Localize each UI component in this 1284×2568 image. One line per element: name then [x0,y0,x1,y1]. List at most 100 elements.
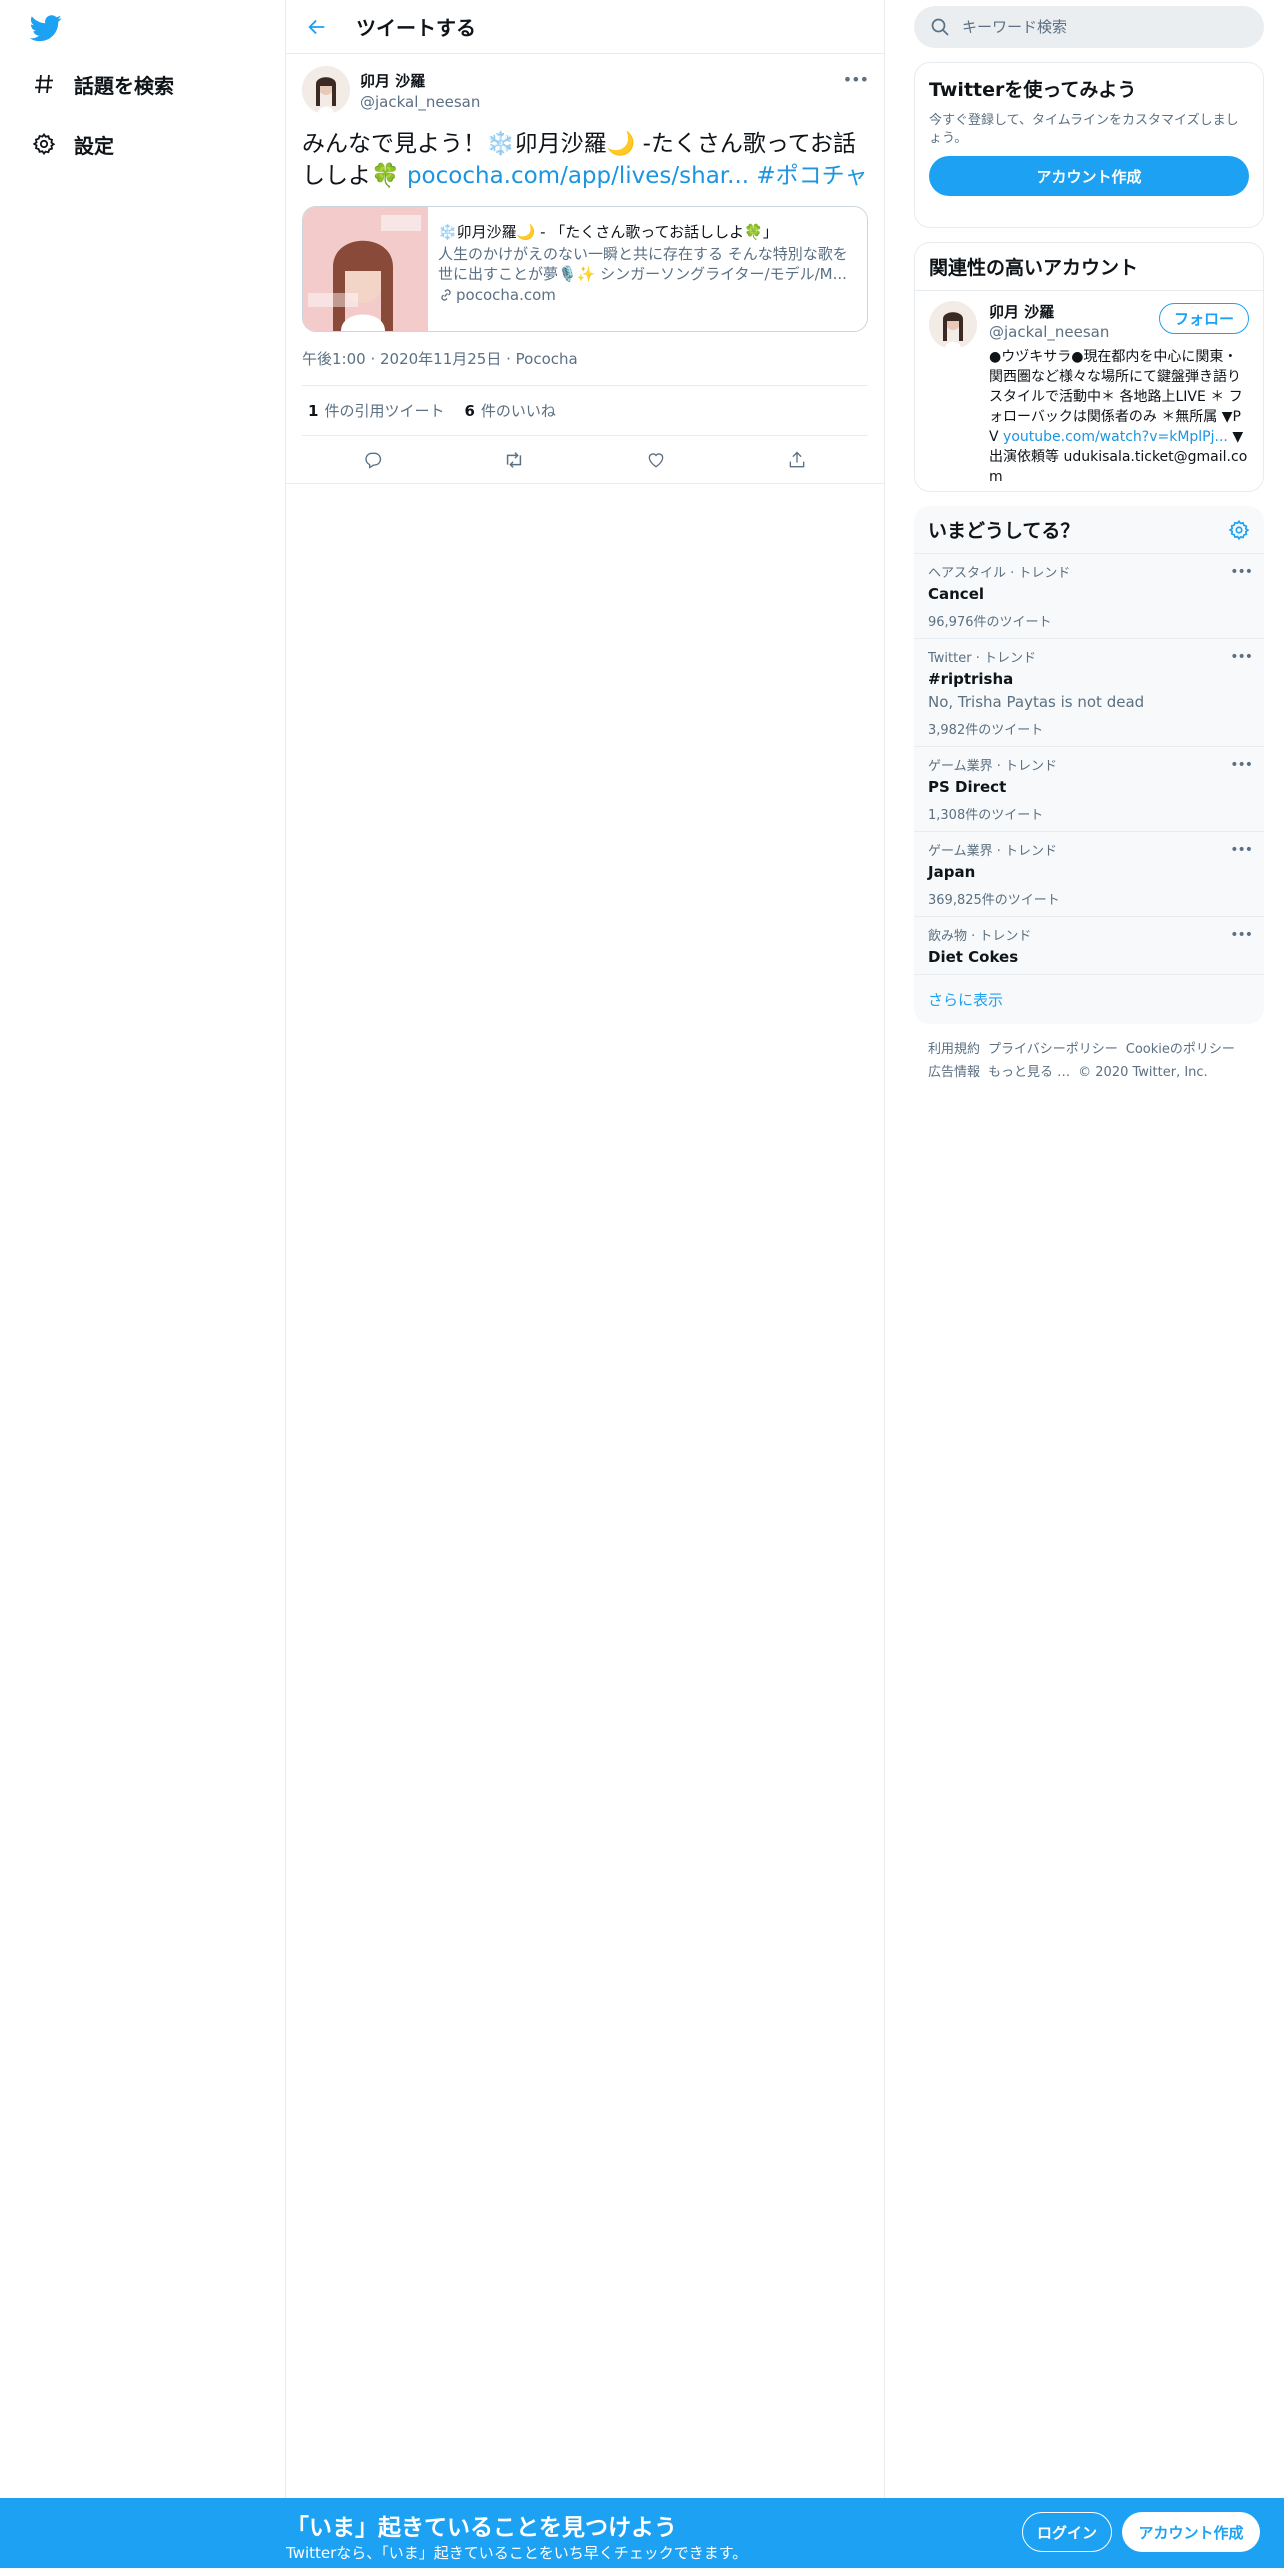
trend-item[interactable]: ゲーム業界 · トレンド PS Direct 1,308件のツイート ••• [914,747,1264,832]
trend-description: No, Trisha Paytas is not dead [928,693,1145,711]
reply-icon[interactable] [354,441,392,479]
tweet-source: Pococha [515,350,578,368]
trends-header: いまどうしてる？ [914,506,1264,554]
nav-explore-label: 話題を検索 [74,73,174,98]
quote-label: 件の引用ツイート [324,402,445,420]
trends-title: いまどうしてる？ [928,520,1080,542]
twitter-bird-icon[interactable] [29,12,62,44]
trend-name: Japan [928,863,976,881]
trend-category: 飲み物 · トレンド [928,929,1032,944]
more-options-icon[interactable]: ••• [843,70,869,89]
quote-count: 1 [308,402,319,420]
tweet-stats: 1 件の引用ツイート 6 件のいいね [302,386,868,436]
related-accounts-panel: 関連性の高いアカウント 卯月 沙羅 @jackal_neesan ●ウヅキサラ●… [914,242,1264,492]
related-user[interactable]: 卯月 沙羅 @jackal_neesan ●ウヅキサラ●現在都内を中心に関東・関… [915,291,1263,491]
tweet-meta: 午後1:00 · 2020年11月25日 · Pococha [302,348,868,386]
tweet-date[interactable]: 2020年11月25日 [380,350,501,368]
more-options-icon[interactable]: ••• [1230,757,1253,773]
page-header: ツイートする [286,0,884,54]
tweet: 卯月 沙羅 @jackal_neesan ••• みんなで見よう！❄️卯月沙羅🌙… [286,54,884,484]
tweet-text: みんなで見よう！❄️卯月沙羅🌙 -たくさん歌ってお話ししよ🍀 pococha.c… [302,128,868,192]
card-thumbnail [303,207,428,331]
footer-copyright: © 2020 Twitter, Inc. [1078,1065,1208,1080]
like-label: 件のいいね [480,402,556,420]
tweet-actions [286,436,884,484]
more-options-icon[interactable]: ••• [1230,927,1253,943]
footer: 利用規約 プライバシーポリシー Cookieのポリシー 広告情報 もっと見る … © 2… [914,1038,1264,1084]
gear-icon[interactable] [1228,519,1250,541]
gear-icon [28,128,60,160]
footer-link-cookies[interactable]: Cookieのポリシー [1126,1042,1235,1057]
heart-icon[interactable] [637,441,675,479]
trend-name: Diet Cokes [928,948,1019,966]
trend-count: 1,308件のツイート [928,808,1044,823]
page-title: ツイートする [356,16,476,40]
trend-count: 3,982件のツイート [928,723,1044,738]
follow-button[interactable]: フォロー [1158,303,1249,334]
card-domain: pococha.com [438,286,857,304]
trend-count: 96,976件のツイート [928,615,1052,630]
footer-link-ads[interactable]: 広告情報 [928,1065,980,1080]
tweet-hashtag[interactable]: #ポコチャ [756,163,867,189]
right-sidebar: Twitterを使ってみよう 今すぐ登録して、タイムラインをカスタマイズしましょ… [914,0,1264,1084]
search-input[interactable] [962,18,1212,36]
footer-link-privacy[interactable]: プライバシーポリシー [988,1042,1118,1057]
footer-link-terms[interactable]: 利用規約 [928,1042,980,1057]
trend-item[interactable]: Twitter · トレンド #riptrisha No, Trisha Pay… [914,639,1264,747]
trend-category: ゲーム業界 · トレンド [928,844,1058,859]
card-domain-text: pococha.com [456,286,556,304]
login-button[interactable]: ログイン [1022,2512,1112,2552]
main-column: ツイートする 卯月 沙羅 @jackal_neesan ••• みんなで見よう！… [286,0,884,484]
retweet-icon[interactable] [495,441,533,479]
trend-category: Twitter · トレンド [928,651,1036,666]
nav-settings-label: 設定 [74,133,114,158]
trend-count: 369,825件のツイート [928,893,1060,908]
bio-link[interactable]: youtube.com/watch?v=kMplPj... [1003,429,1228,445]
card-description: 人生のかけがえのない一瞬と共に存在する そんな特別な歌を世に出すことが夢🎙️✨ … [438,245,848,283]
more-options-icon[interactable]: ••• [1230,649,1253,665]
search-icon [930,17,950,37]
footer-link-more[interactable]: もっと見る … [988,1065,1070,1080]
tweet-link[interactable]: pococha.com/app/lives/shar... [407,163,749,189]
link-card[interactable]: ❄️卯月沙羅🌙 - 「たくさん歌ってお話ししよ🍀」 人生のかけがえのない一瞬と共… [302,206,868,332]
trend-category: ヘアスタイル · トレンド [928,566,1071,581]
signup-title: Twitterを使ってみよう [929,79,1137,101]
search-box[interactable] [914,6,1264,48]
trend-name: #riptrisha [928,670,1014,688]
bottom-signup-bar: 「いま」起きていることを見つけよう Twitterなら、「いま」起きていることを… [0,2498,1284,2568]
quote-tweets-stat[interactable]: 1 件の引用ツイート [308,400,444,421]
trend-name: PS Direct [928,778,1007,796]
left-navigation: 話題を検索 設定 [0,0,285,2498]
signup-button[interactable]: アカウント作成 [1122,2512,1260,2552]
card-title: ❄️卯月沙羅🌙 - 「たくさん歌ってお話ししよ🍀」 [438,223,778,241]
author-handle[interactable]: @jackal_neesan [360,93,480,111]
related-title: 関連性の高いアカウント [915,243,1263,291]
divider [884,0,885,2498]
nav-explore[interactable]: 話題を検索 [28,68,174,100]
more-options-icon[interactable]: ••• [1230,842,1253,858]
share-icon[interactable] [778,441,816,479]
related-user-bio: ●ウヅキサラ●現在都内を中心に関東・関西圏など様々な場所にて鍵盤弾き語りスタイル… [989,347,1249,487]
more-options-icon[interactable]: ••• [1230,564,1253,580]
bottom-bar-subtitle: Twitterなら、「いま」起きていることをいち早くチェックできます。 [286,2544,748,2562]
signup-description: 今すぐ登録して、タイムラインをカスタマイズしましょう。 [929,113,1239,146]
author-name[interactable]: 卯月 沙羅 [360,70,480,91]
tweet-time[interactable]: 午後1:00 [302,350,366,368]
trend-item[interactable]: 飲み物 · トレンド Diet Cokes ••• [914,917,1264,975]
avatar[interactable] [929,301,977,349]
arrow-left-icon[interactable] [300,10,334,44]
hashtag-icon [28,68,60,100]
likes-stat[interactable]: 6 件のいいね [464,400,555,421]
trend-item[interactable]: ゲーム業界 · トレンド Japan 369,825件のツイート ••• [914,832,1264,917]
link-icon [438,287,454,303]
trend-item[interactable]: ヘアスタイル · トレンド Cancel 96,976件のツイート ••• [914,554,1264,639]
avatar[interactable] [302,66,350,114]
show-more-link[interactable]: さらに表示 [914,975,1264,1024]
like-count: 6 [464,402,475,420]
trend-category: ゲーム業界 · トレンド [928,759,1058,774]
bottom-bar-title: 「いま」起きていることを見つけよう [286,2515,677,2541]
create-account-button[interactable]: アカウント作成 [929,156,1249,196]
trends-panel: いまどうしてる？ ヘアスタイル · トレンド Cancel 96,976件のツイ… [914,506,1264,1024]
trend-name: Cancel [928,585,985,603]
nav-settings[interactable]: 設定 [28,128,114,160]
